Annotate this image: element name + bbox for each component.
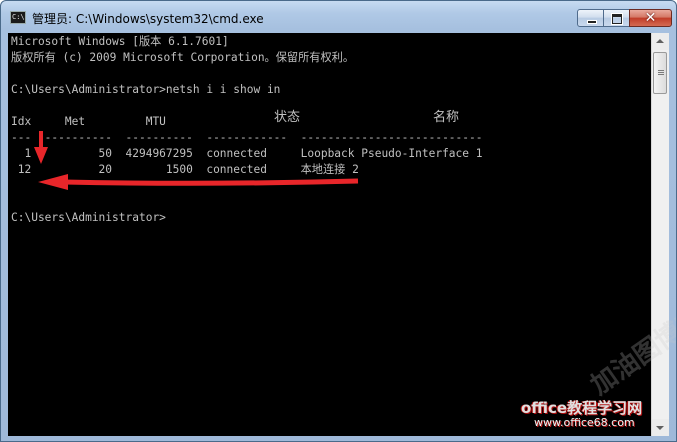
grip-line [658, 74, 664, 75]
console-output[interactable]: Microsoft Windows [版本 6.1.7601] 版权所有 (c)… [8, 33, 651, 436]
grip-line [658, 72, 664, 73]
close-icon: ✕ [644, 10, 657, 26]
caption-buttons: ✕ [577, 9, 672, 28]
minimize-icon [587, 20, 597, 24]
watermark-site-name: office教程学习网 [521, 399, 643, 417]
maximize-button[interactable] [603, 9, 630, 27]
cmd-icon[interactable]: C:\ [10, 11, 26, 24]
scroll-thumb[interactable] [653, 52, 667, 94]
title-bar[interactable]: C:\ 管理员: C:\Windows\system32\cmd.exe ✕ [1, 1, 676, 33]
red-arrow-left-head [38, 174, 68, 190]
red-arrow-down-head [34, 147, 48, 164]
scroll-down-button[interactable] [652, 419, 669, 436]
grip-line [658, 70, 664, 71]
maximize-icon [612, 14, 622, 24]
scroll-up-button[interactable] [652, 33, 669, 50]
window-title: 管理员: C:\Windows\system32\cmd.exe [32, 12, 264, 26]
vertical-scrollbar[interactable] [651, 33, 669, 436]
watermark-site-url: www.office68.com [534, 416, 635, 429]
cmd-window: C:\ 管理员: C:\Windows\system32\cmd.exe ✕ M… [0, 0, 677, 442]
close-button[interactable]: ✕ [629, 9, 672, 27]
red-arrow-left [63, 178, 359, 186]
chevron-down-icon [656, 426, 664, 430]
chevron-up-icon [656, 39, 664, 43]
annotation-arrows [34, 131, 359, 190]
minimize-button[interactable] [577, 9, 604, 27]
